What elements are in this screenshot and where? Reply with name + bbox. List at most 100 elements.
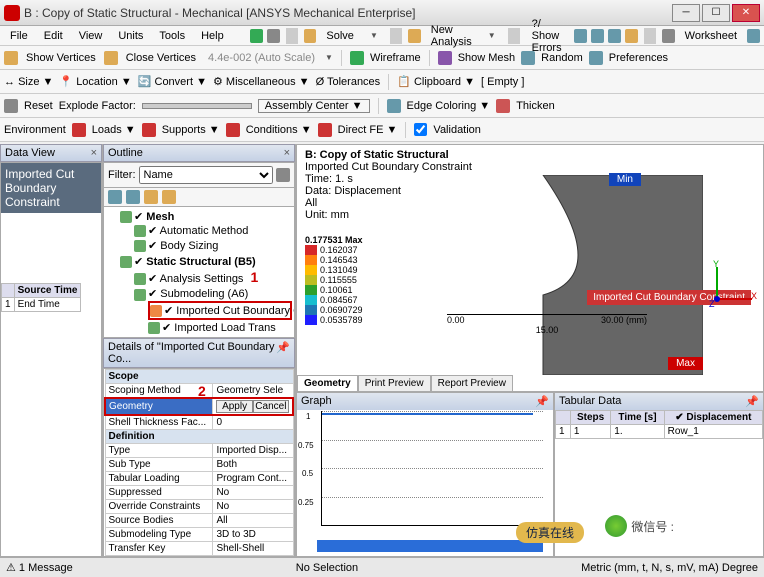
graph-pin[interactable]: 📌	[535, 395, 549, 408]
random-icon[interactable]	[521, 51, 535, 65]
graph-scrollbar[interactable]	[317, 540, 543, 552]
loads-icon[interactable]	[72, 123, 86, 137]
menu-edit[interactable]: Edit	[38, 29, 69, 43]
thicken-button[interactable]: Thicken	[516, 100, 555, 112]
tree-tool-4[interactable]	[162, 190, 176, 204]
show-vertices-button[interactable]: Show Vertices	[24, 52, 98, 64]
menu-file[interactable]: File	[4, 29, 34, 43]
dataview-table: Source Time 1End Time	[1, 283, 81, 312]
outline-tree[interactable]: ✔ Mesh ✔ Automatic Method ✔ Body Sizing …	[103, 206, 295, 338]
solve-icon[interactable]	[304, 29, 317, 43]
maximize-button[interactable]: ☐	[702, 4, 730, 22]
close-button[interactable]: ✕	[732, 4, 760, 22]
tabular-pin[interactable]: 📌	[745, 395, 759, 408]
cancel-button[interactable]: Cancel	[253, 400, 289, 413]
close-vertices-button[interactable]: Close Vertices	[124, 52, 198, 64]
min-badge: Min	[609, 173, 641, 186]
status-units: Metric (mm, t, N, s, mV, mA) Degree	[581, 562, 758, 574]
validation-label: Validation	[433, 124, 481, 136]
loads-dropdown[interactable]: Loads ▼	[92, 124, 136, 136]
scale-readout: 4.4e-002 (Auto Scale)	[204, 52, 319, 64]
outline-close[interactable]: ×	[284, 147, 290, 159]
wireframe-icon[interactable]	[350, 51, 364, 65]
validation-checkbox[interactable]	[414, 123, 427, 136]
explode-label: Explode Factor:	[59, 100, 136, 112]
close-vertices-icon[interactable]	[104, 51, 118, 65]
tree-tool-2[interactable]	[126, 190, 140, 204]
reset-icon[interactable]	[4, 99, 18, 113]
worksheet-icon[interactable]	[662, 29, 675, 43]
tab-report-preview[interactable]: Report Preview	[431, 375, 513, 391]
reset-button[interactable]: Reset	[24, 100, 53, 112]
assembly-center-dropdown[interactable]: Assembly Center ▼	[258, 99, 370, 113]
tab-print-preview[interactable]: Print Preview	[358, 375, 431, 391]
solve-button[interactable]: Solve	[320, 29, 360, 43]
refresh-icon[interactable]	[250, 29, 263, 43]
toolbar-icon-e[interactable]	[747, 29, 760, 43]
filter-go-icon[interactable]	[276, 168, 290, 182]
toolbar-icon-b[interactable]	[591, 29, 604, 43]
clipboard-dropdown[interactable]: 📋 Clipboard ▼	[397, 75, 475, 88]
graph-chart: 1 0.75 0.5 0.25 1.	[321, 411, 543, 526]
random-button[interactable]: Random	[541, 52, 583, 64]
supports-dropdown[interactable]: Supports ▼	[162, 124, 220, 136]
statusbar: ⚠ 1 Message No Selection Metric (mm, t, …	[0, 557, 764, 577]
menu-view[interactable]: View	[73, 29, 109, 43]
outline-title: Outline	[108, 147, 143, 159]
prefs-icon[interactable]	[589, 51, 603, 65]
tool-icon[interactable]	[267, 29, 280, 43]
edge-color-icon[interactable]	[387, 99, 401, 113]
worksheet-button[interactable]: Worksheet	[679, 29, 743, 43]
tabular-table[interactable]: StepsTime [s]✔ Displacement 111.Row_1	[555, 410, 763, 439]
filter-select[interactable]: Name	[139, 166, 274, 184]
misc-dropdown[interactable]: ⚙ Miscellaneous ▼	[213, 75, 310, 88]
apply-button[interactable]: Apply	[216, 400, 252, 413]
directfe-dropdown[interactable]: Direct FE ▼	[338, 124, 398, 136]
new-analysis-button[interactable]: New Analysis	[425, 23, 478, 49]
tolerances-dropdown[interactable]: Ø Tolerances	[316, 76, 381, 88]
status-messages[interactable]: 1 Message	[19, 562, 73, 574]
filter-label: Filter:	[108, 169, 136, 181]
show-errors-button[interactable]: ?/ Show Errors	[526, 17, 571, 55]
mesh-body	[513, 175, 703, 375]
toolbar-icon-d[interactable]	[625, 29, 638, 43]
edge-coloring-dropdown[interactable]: Edge Coloring ▼	[407, 100, 491, 112]
vp-subtitle: Imported Cut Boundary Constraint	[305, 161, 472, 173]
details-grid[interactable]: 2 Scope Scoping MethodGeometry Sele Geom…	[103, 368, 295, 557]
status-selection: No Selection	[296, 562, 358, 574]
tab-geometry[interactable]: Geometry	[297, 375, 358, 391]
tree-tool-3[interactable]	[144, 190, 158, 204]
supports-icon[interactable]	[142, 123, 156, 137]
viewport-3d[interactable]: B: Copy of Static Structural Imported Cu…	[296, 144, 764, 392]
vertices-icon[interactable]	[4, 51, 18, 65]
show-mesh-button[interactable]: Show Mesh	[458, 52, 515, 64]
tree-item-imported-cut[interactable]: ✔ Imported Cut Boundary Co	[148, 301, 292, 320]
vp-title: B: Copy of Static Structural	[305, 149, 472, 161]
conditions-icon[interactable]	[226, 123, 240, 137]
menu-help[interactable]: Help	[195, 29, 230, 43]
menu-units[interactable]: Units	[112, 29, 149, 43]
minimize-button[interactable]: ─	[672, 4, 700, 22]
directfe-icon[interactable]	[318, 123, 332, 137]
vp-unit: Unit: mm	[305, 209, 472, 221]
empty-label: [ Empty ]	[481, 76, 524, 88]
toolbar-icon-a[interactable]	[574, 29, 587, 43]
explode-slider[interactable]	[142, 103, 252, 109]
new-analysis-icon[interactable]	[408, 29, 421, 43]
wechat-watermark: 微信号 :	[605, 515, 674, 537]
menu-tools[interactable]: Tools	[153, 29, 191, 43]
toolbar-icon-c[interactable]	[608, 29, 621, 43]
location-dropdown[interactable]: 📍 Location ▼	[59, 75, 131, 88]
size-dropdown[interactable]: ↔ Size ▼	[4, 76, 53, 88]
wireframe-button[interactable]: Wireframe	[370, 52, 421, 64]
vp-data: Data: Displacement	[305, 185, 472, 197]
tree-tool-1[interactable]	[108, 190, 122, 204]
details-pin[interactable]: 📌	[276, 341, 290, 365]
convert-dropdown[interactable]: 🔄 Convert ▼	[138, 75, 207, 88]
dataview-close[interactable]: ×	[91, 147, 97, 159]
show-mesh-icon[interactable]	[438, 51, 452, 65]
preferences-button[interactable]: Preferences	[609, 52, 668, 64]
dataview-title: Data View	[5, 147, 55, 159]
thicken-icon[interactable]	[496, 99, 510, 113]
conditions-dropdown[interactable]: Conditions ▼	[246, 124, 312, 136]
